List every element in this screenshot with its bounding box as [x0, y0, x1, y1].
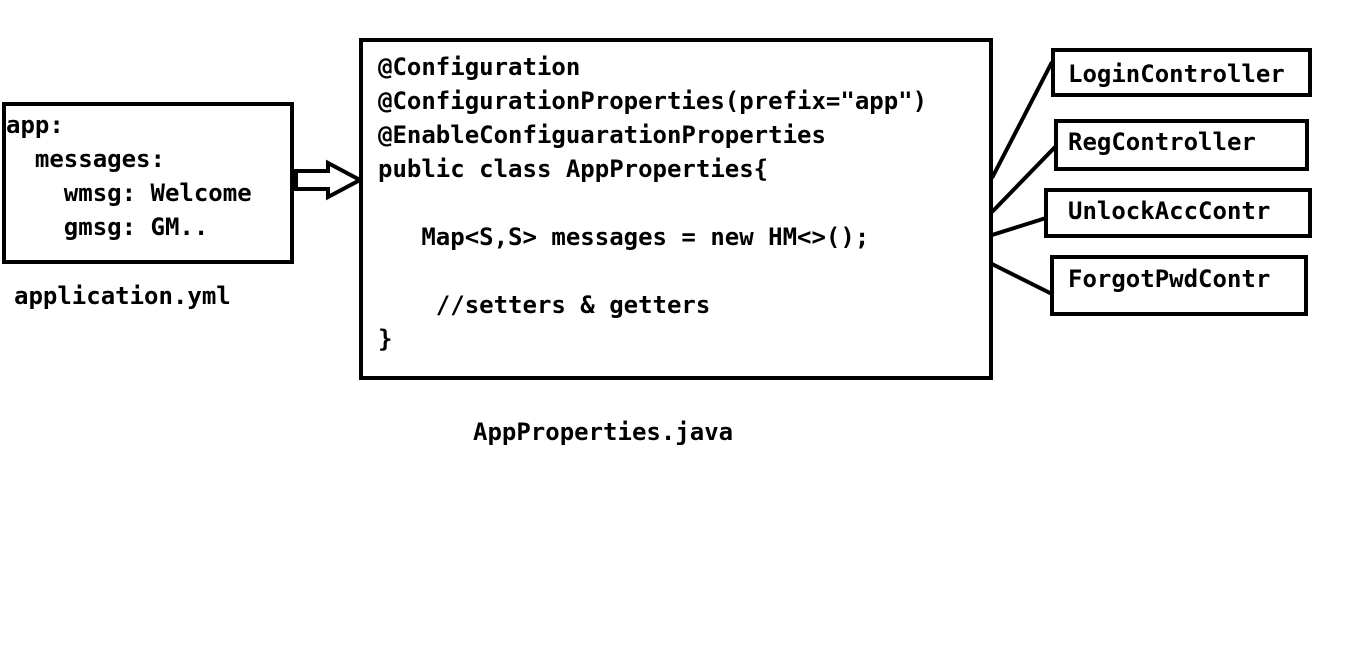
yml-line: app: [6, 111, 64, 139]
java-line: } [378, 325, 393, 353]
java-line: Map<S,S> messages = new HM<>(); [378, 223, 870, 251]
java-caption: AppProperties.java [473, 418, 734, 446]
yml-line: gmsg: GM.. [6, 213, 209, 241]
reg-controller-label: RegController [1068, 128, 1256, 156]
connector-forgot-pwd-contr [991, 262, 1053, 296]
yml-to-java-arrow [294, 159, 365, 201]
java-line: @ConfigurationProperties(prefix="app") [378, 87, 928, 115]
yml-line: messages: [6, 145, 165, 173]
yml-caption: application.yml [14, 282, 231, 310]
forgot-pwd-contr-label: ForgotPwdContr [1068, 265, 1271, 293]
java-line: @Configuration [378, 53, 581, 81]
unlock-acc-contr-label: UnlockAccContr [1068, 197, 1271, 225]
yml-line: wmsg: Welcome [6, 179, 252, 207]
java-line: //setters & getters [378, 291, 711, 319]
java-line: @EnableConfiguarationProperties [378, 121, 826, 149]
java-line: public class AppProperties{ [378, 155, 769, 183]
login-controller-label: LoginController [1068, 60, 1285, 88]
connector-unlock-acc-contr [991, 216, 1047, 237]
